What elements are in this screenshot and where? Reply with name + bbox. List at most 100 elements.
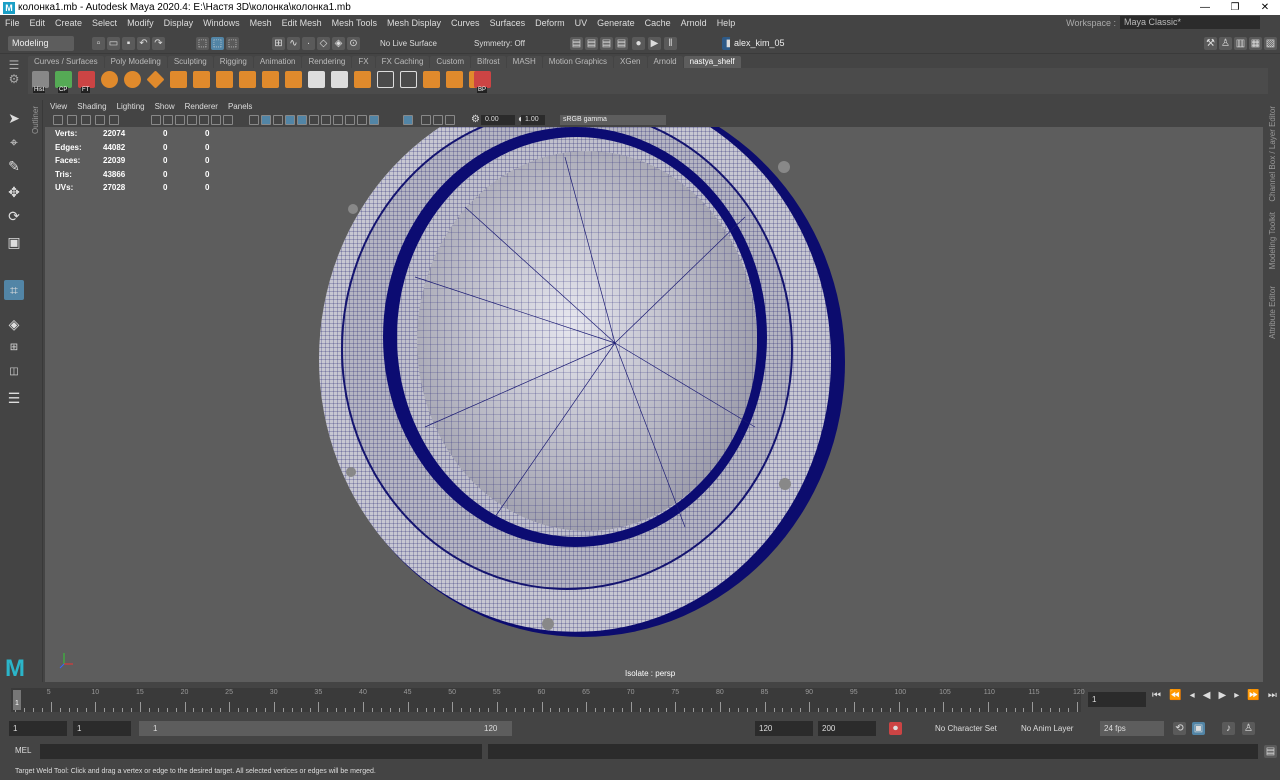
outliner-strip[interactable]: Outliner xyxy=(29,100,43,682)
modeling-toolkit-toggle-icon[interactable]: ⚒ xyxy=(1204,37,1217,50)
screen-space-ao-icon[interactable] xyxy=(345,115,355,125)
wireframe-on-shaded-icon[interactable] xyxy=(285,115,295,125)
shelf-separate-icon[interactable] xyxy=(216,71,233,88)
tool-settings-toggle-icon[interactable]: ▦ xyxy=(1249,37,1262,50)
snap-surface-icon[interactable]: ◈ xyxy=(332,37,345,50)
save-scene-icon[interactable]: ▪ xyxy=(122,37,135,50)
shelf-cp-icon[interactable]: CP xyxy=(55,71,72,93)
menu-modify[interactable]: Modify xyxy=(122,18,159,28)
render-view-icon[interactable]: ▤ xyxy=(570,37,583,50)
step-forward-frame-icon[interactable]: ▸ xyxy=(1234,690,1239,706)
playback-end-field[interactable]: 120 xyxy=(755,721,813,736)
panel-menu-panels[interactable]: Panels xyxy=(223,101,257,113)
shelf-tab-sculpting[interactable]: Sculpting xyxy=(167,56,213,68)
motion-blur-icon[interactable] xyxy=(357,115,367,125)
new-scene-icon[interactable]: ▫ xyxy=(92,37,105,50)
single-perspective-layout-icon[interactable]: ◈ xyxy=(4,314,24,334)
grid-toggle-icon[interactable] xyxy=(151,115,161,125)
film-gate-icon[interactable] xyxy=(163,115,173,125)
smooth-shade-icon[interactable] xyxy=(261,115,271,125)
xray-active-icon[interactable] xyxy=(421,115,431,125)
shelf-mirror-icon[interactable] xyxy=(400,71,417,88)
snap-view-icon[interactable]: ◇ xyxy=(317,37,330,50)
menu-generate[interactable]: Generate xyxy=(592,18,640,28)
character-controls-icon[interactable]: ♙ xyxy=(1219,37,1232,50)
playback-start-field[interactable]: 1 xyxy=(73,721,131,736)
workspace-dropdown[interactable]: Maya Classic* xyxy=(1120,16,1260,29)
menu-mesh-tools[interactable]: Mesh Tools xyxy=(327,18,382,28)
shelf-grid-icon[interactable] xyxy=(377,71,394,88)
grease-pencil-icon[interactable] xyxy=(109,115,119,125)
view-transform-dropdown[interactable]: sRGB gamma xyxy=(560,115,666,125)
2d-pan-zoom-icon[interactable] xyxy=(95,115,105,125)
shelf-cube-white-icon[interactable] xyxy=(331,71,348,88)
animation-end-field[interactable]: 200 xyxy=(818,721,876,736)
field-chart-icon[interactable] xyxy=(199,115,209,125)
loop-icon[interactable]: ⟲ xyxy=(1173,722,1186,735)
rotate-tool-icon[interactable]: ⟳ xyxy=(4,206,24,226)
attribute-editor-toggle-icon[interactable]: ▥ xyxy=(1234,37,1247,50)
command-input[interactable] xyxy=(40,744,482,759)
range-slider[interactable]: 1 120 xyxy=(139,721,512,736)
target-weld-tool-icon[interactable]: ⌗ xyxy=(4,280,24,300)
menu-file[interactable]: File xyxy=(0,18,25,28)
undo-icon[interactable]: ↶ xyxy=(137,37,150,50)
live-surface-label[interactable]: No Live Surface xyxy=(380,39,437,48)
shelf-tab-bifrost[interactable]: Bifrost xyxy=(470,56,506,68)
attribute-editor-tab[interactable]: Attribute Editor xyxy=(1268,286,1277,339)
isolate-select-icon[interactable] xyxy=(369,115,379,125)
menu-uv[interactable]: UV xyxy=(570,18,593,28)
play-forwards-icon[interactable]: ▶ xyxy=(1219,690,1227,706)
command-language-label[interactable]: MEL xyxy=(15,746,31,755)
channel-box-tab[interactable]: Channel Box / Layer Editor xyxy=(1268,106,1277,202)
select-object-icon[interactable]: ⬚ xyxy=(211,37,224,50)
shelf-tab-motion-graphics[interactable]: Motion Graphics xyxy=(542,56,614,68)
step-back-frame-icon[interactable]: ◂ xyxy=(1190,690,1195,706)
shelf-bevel-icon[interactable] xyxy=(262,71,279,88)
panel-menu-shading[interactable]: Shading xyxy=(72,101,111,113)
menu-edit-mesh[interactable]: Edit Mesh xyxy=(277,18,327,28)
shelf-tab-rigging[interactable]: Rigging xyxy=(213,56,253,68)
go-to-start-icon[interactable]: ⏮ xyxy=(1152,690,1161,706)
shelf-wire-cube-icon[interactable] xyxy=(308,71,325,88)
xray-joints-icon[interactable] xyxy=(403,115,413,125)
shelf-torus-icon[interactable] xyxy=(124,71,141,88)
shelf-tab-fx-caching[interactable]: FX Caching xyxy=(375,56,430,68)
hud-toggle-icon[interactable] xyxy=(445,115,455,125)
outliner-label[interactable]: Outliner xyxy=(31,106,40,134)
safe-title-icon[interactable] xyxy=(223,115,233,125)
panel-menu-lighting[interactable]: Lighting xyxy=(112,101,150,113)
cached-playback-icon[interactable]: ▣ xyxy=(1192,722,1205,735)
shadows-icon[interactable] xyxy=(333,115,343,125)
step-back-key-icon[interactable]: ⏪ xyxy=(1169,690,1181,706)
time-ruler[interactable]: 5 10 15 20 25 30 35 40 45 50 55 60 65 70 75 80 85 90 95 100… xyxy=(11,688,1085,712)
default-material-icon[interactable] xyxy=(273,115,283,125)
shelf-tab-poly-modeling[interactable]: Poly Modeling xyxy=(104,56,167,68)
go-to-end-icon[interactable]: ⏭ xyxy=(1268,690,1277,706)
animation-preferences-icon[interactable]: ♙ xyxy=(1242,722,1255,735)
shelf-tab-custom[interactable]: Custom xyxy=(430,56,470,68)
menu-cache[interactable]: Cache xyxy=(640,18,676,28)
panel-menu-show[interactable]: Show xyxy=(150,101,180,113)
character-set-dropdown[interactable]: No Character Set xyxy=(935,724,997,733)
shelf-tab-xgen[interactable]: XGen xyxy=(614,56,647,68)
shelf-diamond-icon[interactable] xyxy=(146,70,165,89)
render-settings-icon[interactable]: ▤ xyxy=(615,37,628,50)
resolution-gate-icon[interactable] xyxy=(175,115,185,125)
gate-mask-icon[interactable] xyxy=(187,115,197,125)
open-scene-icon[interactable]: ▭ xyxy=(107,37,120,50)
anim-layer-dropdown[interactable]: No Anim Layer xyxy=(1021,724,1073,733)
close-button[interactable]: ✕ xyxy=(1250,0,1280,15)
select-component-icon[interactable]: ⬚ xyxy=(226,37,239,50)
menu-create[interactable]: Create xyxy=(50,18,87,28)
render-frame-icon[interactable]: ▤ xyxy=(585,37,598,50)
shelf-ft-icon[interactable]: FT xyxy=(78,71,95,93)
menu-help[interactable]: Help xyxy=(712,18,741,28)
shelf-multicut-icon[interactable] xyxy=(354,71,371,88)
menu-curves[interactable]: Curves xyxy=(446,18,485,28)
shelf-extract-icon[interactable] xyxy=(239,71,256,88)
shelf-tab-arnold[interactable]: Arnold xyxy=(647,56,683,68)
animation-start-field[interactable]: 1 xyxy=(9,721,67,736)
bookmarks-icon[interactable] xyxy=(67,115,77,125)
redo-icon[interactable]: ↷ xyxy=(152,37,165,50)
